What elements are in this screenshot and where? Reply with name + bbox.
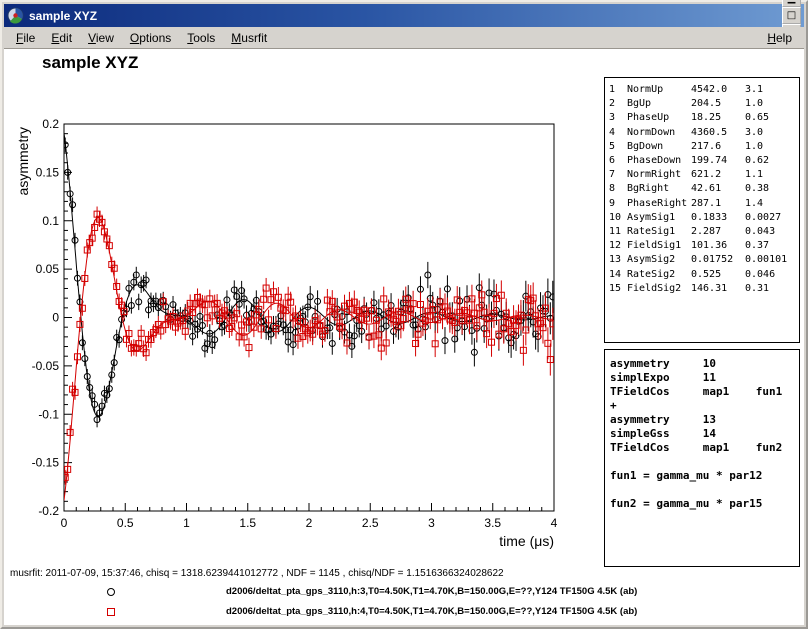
plot-legend: d2006/deltat_pta_gps_3110,h:3,T0=4.50K,T… bbox=[4, 582, 804, 622]
theory-line bbox=[610, 455, 799, 469]
content-area: sample XYZ 0.20.150.10.050-0.05-0.1-0.15… bbox=[4, 49, 804, 625]
fit-status-line: musrfit: 2011-07-09, 15:37:46, chisq = 1… bbox=[10, 568, 504, 579]
parameter-row: 10AsymSig10.18330.0027 bbox=[609, 211, 799, 225]
maximize-icon: □ bbox=[787, 11, 796, 21]
menu-item-options[interactable]: Options bbox=[122, 29, 179, 47]
menu-item-file[interactable]: File bbox=[8, 29, 43, 47]
svg-text:2.5: 2.5 bbox=[362, 516, 379, 530]
svg-text:2: 2 bbox=[306, 516, 313, 530]
data-series-circle bbox=[62, 133, 556, 427]
y-axis-title: asymmetry bbox=[15, 127, 31, 195]
window-title: sample XYZ bbox=[29, 9, 780, 23]
theory-line: TFieldCos map1 fun2 bbox=[610, 441, 799, 455]
svg-text:1.5: 1.5 bbox=[239, 516, 256, 530]
parameter-row: 4NormDown4360.53.0 bbox=[609, 126, 799, 140]
parameter-rows: 1NormUp4542.03.12BgUp204.51.03PhaseUp18.… bbox=[609, 83, 799, 296]
axis-tick-labels: 0.20.150.10.050-0.05-0.1-0.15-0.200.511.… bbox=[32, 117, 558, 530]
window-icon bbox=[7, 7, 24, 24]
parameter-row: 1NormUp4542.03.1 bbox=[609, 83, 799, 97]
parameter-row: 2BgUp204.51.0 bbox=[609, 97, 799, 111]
svg-text:3: 3 bbox=[428, 516, 435, 530]
svg-text:0.2: 0.2 bbox=[42, 117, 59, 131]
theory-line: simplExpo 11 bbox=[610, 371, 799, 385]
theory-line bbox=[610, 483, 799, 497]
legend-entry: d2006/deltat_pta_gps_3110,h:4,T0=4.50K,T… bbox=[4, 602, 804, 622]
svg-text:-0.1: -0.1 bbox=[38, 407, 59, 421]
theory-panel: asymmetry 10simplExpo 11TFieldCos map1 f… bbox=[604, 349, 800, 567]
menu-item-musrfit[interactable]: Musrfit bbox=[223, 29, 275, 47]
parameter-row: 7NormRight621.21.1 bbox=[609, 168, 799, 182]
menubar-items: FileEditViewOptionsToolsMusrfit bbox=[8, 29, 275, 47]
parameter-row: 13AsymSig20.017520.00101 bbox=[609, 253, 799, 267]
parameter-row: 11RateSig12.2870.043 bbox=[609, 225, 799, 239]
parameter-row: 8BgRight42.610.38 bbox=[609, 182, 799, 196]
parameter-row: 3PhaseUp18.250.65 bbox=[609, 111, 799, 125]
fit-curve bbox=[64, 218, 553, 501]
svg-text:1: 1 bbox=[183, 516, 190, 530]
app-window: sample XYZ ▁□× FileEditViewOptionsToolsM… bbox=[0, 0, 808, 629]
parameter-row: 5BgDown217.61.0 bbox=[609, 140, 799, 154]
menu-item-help[interactable]: Help bbox=[759, 29, 800, 47]
theory-line: asymmetry 13 bbox=[610, 413, 799, 427]
theory-line: simpleGss 14 bbox=[610, 427, 799, 441]
minimize-button[interactable]: ▁ bbox=[782, 0, 801, 7]
minimize-icon: ▁ bbox=[788, 0, 796, 4]
plot-canvas[interactable]: 0.20.150.10.050-0.05-0.1-0.15-0.200.511.… bbox=[4, 49, 602, 564]
theory-line: fun1 = gamma_mu * par12 bbox=[610, 469, 799, 483]
svg-text:0.15: 0.15 bbox=[36, 165, 60, 179]
titlebar[interactable]: sample XYZ ▁□× bbox=[4, 4, 804, 27]
maximize-button[interactable]: □ bbox=[782, 7, 801, 24]
menu-item-view[interactable]: View bbox=[80, 29, 122, 47]
parameter-panel: 1NormUp4542.03.12BgUp204.51.03PhaseUp18.… bbox=[604, 77, 800, 343]
data-series-square bbox=[62, 207, 556, 501]
svg-text:4: 4 bbox=[551, 516, 558, 530]
parameter-row: 15FieldSig2146.310.31 bbox=[609, 282, 799, 296]
parameter-row: 14RateSig20.5250.046 bbox=[609, 268, 799, 282]
theory-line: fun2 = gamma_mu * par15 bbox=[610, 497, 799, 511]
parameter-row: 12FieldSig1101.360.37 bbox=[609, 239, 799, 253]
menu-item-tools[interactable]: Tools bbox=[179, 29, 223, 47]
svg-text:0.1: 0.1 bbox=[42, 214, 59, 228]
plot-frame bbox=[64, 124, 554, 511]
svg-text:-0.05: -0.05 bbox=[32, 359, 60, 373]
axis-ticks bbox=[64, 124, 554, 511]
menu-item-edit[interactable]: Edit bbox=[43, 29, 80, 47]
asymmetry-plot: 0.20.150.10.050-0.05-0.1-0.15-0.200.511.… bbox=[4, 49, 602, 564]
svg-text:-0.15: -0.15 bbox=[32, 456, 60, 470]
x-axis-title: time (μs) bbox=[499, 533, 554, 549]
svg-text:0: 0 bbox=[61, 516, 68, 530]
theory-line: asymmetry 10 bbox=[610, 357, 799, 371]
svg-text:0.05: 0.05 bbox=[36, 262, 60, 276]
parameter-row: 6PhaseDown199.740.62 bbox=[609, 154, 799, 168]
legend-marker-square bbox=[107, 608, 115, 616]
menubar: FileEditViewOptionsToolsMusrfit Help bbox=[4, 27, 804, 49]
theory-line: TFieldCos map1 fun1 bbox=[610, 385, 799, 399]
parameter-row: 9PhaseRight287.11.4 bbox=[609, 197, 799, 211]
svg-text:-0.2: -0.2 bbox=[38, 504, 59, 518]
legend-marker-circle bbox=[107, 588, 115, 596]
svg-text:0: 0 bbox=[52, 311, 59, 325]
svg-text:0.5: 0.5 bbox=[117, 516, 134, 530]
theory-lines: asymmetry 10simplExpo 11TFieldCos map1 f… bbox=[610, 357, 799, 511]
svg-text:3.5: 3.5 bbox=[484, 516, 501, 530]
legend-label: d2006/deltat_pta_gps_3110,h:4,T0=4.50K,T… bbox=[226, 606, 637, 617]
theory-line: + bbox=[610, 399, 799, 413]
legend-entry: d2006/deltat_pta_gps_3110,h:3,T0=4.50K,T… bbox=[4, 582, 804, 602]
legend-label: d2006/deltat_pta_gps_3110,h:3,T0=4.50K,T… bbox=[226, 586, 637, 597]
